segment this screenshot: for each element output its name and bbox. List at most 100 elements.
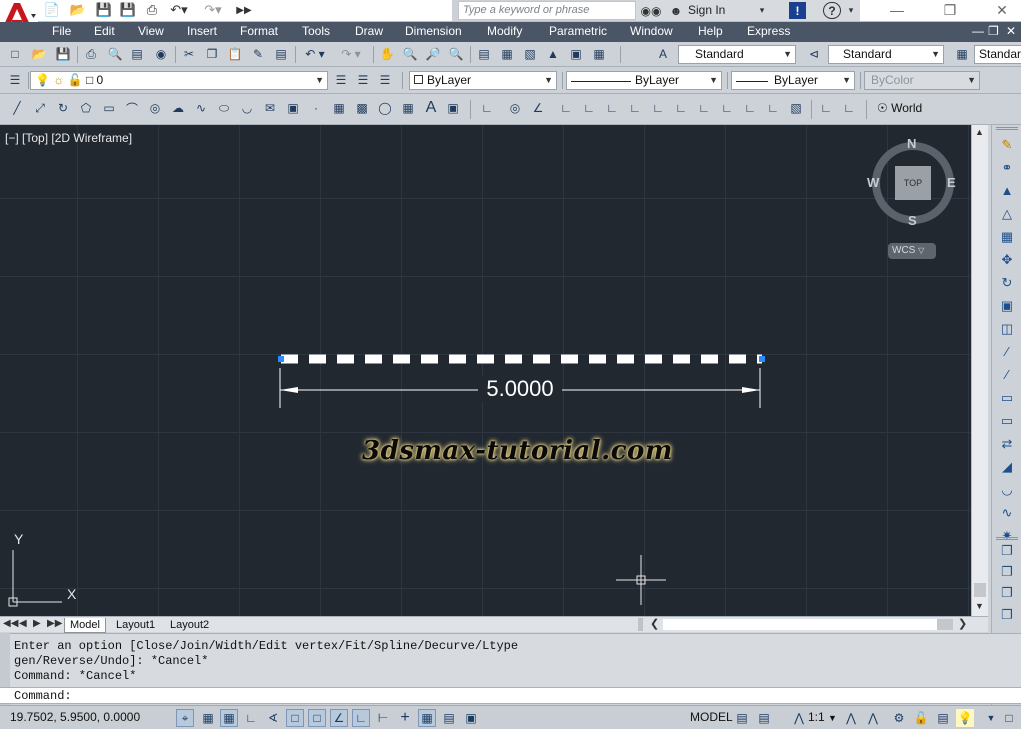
- annotation-visibility-icon[interactable]: ⋀: [842, 709, 860, 727]
- annotation-scale[interactable]: 1:1 ▼: [808, 710, 837, 724]
- restore-button[interactable]: ❐: [933, 1, 967, 19]
- sign-in-link[interactable]: Sign In: [688, 3, 725, 17]
- menu-window[interactable]: Window: [630, 24, 673, 38]
- quickcalc-icon[interactable]: ▦: [590, 45, 608, 63]
- text-style-icon[interactable]: A: [654, 45, 672, 63]
- compass-west[interactable]: W: [867, 175, 879, 190]
- minimize-button[interactable]: —: [880, 1, 914, 19]
- ucs-icon[interactable]: ∟: [557, 99, 575, 117]
- menu-modify[interactable]: Modify: [487, 24, 522, 38]
- quick-view-drawings-icon[interactable]: ▤: [755, 709, 773, 727]
- color-dropdown[interactable]: ByLayer ▼: [409, 71, 557, 90]
- circle-icon[interactable]: ◎: [146, 99, 164, 117]
- help-dropdown-icon[interactable]: ▾: [846, 2, 856, 19]
- ucs-object-icon[interactable]: ∟: [626, 99, 644, 117]
- more-tools-icon[interactable]: ▶▶: [234, 1, 254, 19]
- user-icon[interactable]: ☻: [668, 2, 684, 19]
- fillet-icon[interactable]: ◡: [997, 480, 1017, 499]
- plot-style-dropdown[interactable]: ByColor ▼: [864, 71, 980, 90]
- scroll-thumb[interactable]: [974, 583, 986, 597]
- dynamic-ucs-icon[interactable]: ∟: [352, 709, 370, 727]
- tab-layout2[interactable]: Layout2: [165, 618, 214, 633]
- properties-icon[interactable]: ▤: [475, 45, 493, 63]
- draworder-above-icon[interactable]: ❐: [997, 583, 1017, 602]
- menu-tools[interactable]: Tools: [302, 24, 330, 38]
- toolbar-lock-icon[interactable]: 🔓: [912, 709, 930, 727]
- coordinates-display[interactable]: 19.7502, 5.9500, 0.0000: [10, 710, 140, 724]
- compass-east[interactable]: E: [947, 175, 956, 190]
- plot-icon[interactable]: ⎙: [82, 45, 100, 63]
- ellipse-arc-icon[interactable]: ◡: [238, 99, 256, 117]
- menu-draw[interactable]: Draw: [355, 24, 383, 38]
- gradient-icon[interactable]: ▩: [353, 99, 371, 117]
- copy-icon[interactable]: ❐: [203, 45, 221, 63]
- dimension-style-dropdown[interactable]: Standard ▼: [828, 45, 944, 64]
- save-icon[interactable]: 💾: [54, 45, 72, 63]
- ucs-3point-icon[interactable]: ∟: [741, 99, 759, 117]
- object-snap-tracking-icon[interactable]: ∠: [330, 709, 348, 727]
- infer-constraints-icon[interactable]: ⌖: [176, 709, 194, 727]
- break-icon[interactable]: ▭: [997, 411, 1017, 430]
- hscroll-left-icon[interactable]: ❮: [650, 617, 659, 630]
- ucs-apply-icon[interactable]: ▧: [787, 99, 805, 117]
- lineweight-dropdown[interactable]: ByLayer ▼: [731, 71, 855, 90]
- zoom-realtime-icon[interactable]: 🔍: [401, 45, 419, 63]
- polar-tracking-icon[interactable]: ∢: [264, 709, 282, 727]
- menu-view[interactable]: View: [138, 24, 164, 38]
- tab-first-icon[interactable]: ◀◀: [3, 618, 18, 629]
- wcs-menu[interactable]: WCS ▽: [888, 243, 936, 259]
- line-icon[interactable]: ╱: [8, 99, 26, 117]
- layer-properties-icon[interactable]: ☰: [6, 71, 24, 89]
- add-selected-icon[interactable]: ▣: [444, 99, 462, 117]
- design-center-icon[interactable]: ▦: [498, 45, 516, 63]
- dimension-text[interactable]: 5.0000: [478, 376, 562, 402]
- drawing-viewport[interactable]: [−] [Top] [2D Wireframe] 5.0000 3dsmax-t: [0, 125, 971, 616]
- mirror-icon[interactable]: ▲: [997, 181, 1017, 200]
- region-icon[interactable]: ◯: [376, 99, 394, 117]
- make-current-layer-icon[interactable]: ☰: [332, 71, 350, 89]
- sign-in-dropdown-icon[interactable]: ▾: [756, 2, 768, 19]
- markup-icon[interactable]: ▣: [567, 45, 585, 63]
- ucs-settings-icon[interactable]: ∟: [840, 99, 858, 117]
- pan-icon[interactable]: ✋: [378, 45, 396, 63]
- menu-parametric[interactable]: Parametric: [549, 24, 607, 38]
- hardware-acceleration-icon[interactable]: ▤: [934, 709, 952, 727]
- tab-last-icon[interactable]: ▶▶: [47, 618, 62, 629]
- menu-dimension[interactable]: Dimension: [405, 24, 462, 38]
- redo-icon[interactable]: ↷ ▾: [336, 45, 366, 63]
- linear-dimension-icon[interactable]: ∟: [478, 99, 496, 117]
- point-icon[interactable]: ·: [307, 99, 325, 117]
- quick-properties-icon[interactable]: ▤: [440, 709, 458, 727]
- extend-icon[interactable]: ∕: [997, 365, 1017, 384]
- scroll-down-icon[interactable]: ▼: [975, 601, 984, 611]
- snap-mode-icon[interactable]: ▦: [199, 709, 217, 727]
- copy-object-icon[interactable]: ⚭: [997, 158, 1017, 177]
- linetype-dropdown[interactable]: ByLayer ▼: [566, 71, 722, 90]
- sheet-set-icon[interactable]: ▲: [544, 45, 562, 63]
- doc-minimize-button[interactable]: —: [972, 24, 984, 38]
- undo-icon[interactable]: ↶ ▾: [300, 45, 330, 63]
- tab-splitter[interactable]: [638, 618, 643, 631]
- workspace-switching-icon[interactable]: ⚙: [890, 709, 908, 727]
- tab-next-icon[interactable]: ▶: [33, 618, 41, 629]
- 3d-print-icon[interactable]: ◉: [152, 45, 170, 63]
- draworder-back-icon[interactable]: ❐: [997, 562, 1017, 581]
- layer-previous-icon[interactable]: ☰: [354, 71, 372, 89]
- 3d-object-snap-icon[interactable]: □: [308, 709, 326, 727]
- cut-icon[interactable]: ✂: [180, 45, 198, 63]
- menu-edit[interactable]: Edit: [94, 24, 115, 38]
- open-icon[interactable]: 📂: [68, 1, 88, 19]
- trim-icon[interactable]: ∕: [997, 342, 1017, 361]
- text-style-dropdown[interactable]: Standard ▼: [678, 45, 796, 64]
- spline-icon[interactable]: ∿: [192, 99, 210, 117]
- table-style-icon[interactable]: ▦: [953, 45, 971, 63]
- array-icon[interactable]: ▦: [997, 227, 1017, 246]
- quick-view-layouts-icon[interactable]: ▤: [733, 709, 751, 727]
- dim-style-icon[interactable]: ⊲: [805, 45, 823, 63]
- save-as-icon[interactable]: 💾: [118, 1, 138, 19]
- offset-icon[interactable]: △: [997, 204, 1017, 223]
- stretch-icon[interactable]: ◫: [997, 319, 1017, 338]
- compass-south[interactable]: S: [908, 213, 917, 228]
- auto-scale-icon[interactable]: ⋀: [864, 709, 882, 727]
- clean-screen-icon[interactable]: □: [1000, 709, 1018, 727]
